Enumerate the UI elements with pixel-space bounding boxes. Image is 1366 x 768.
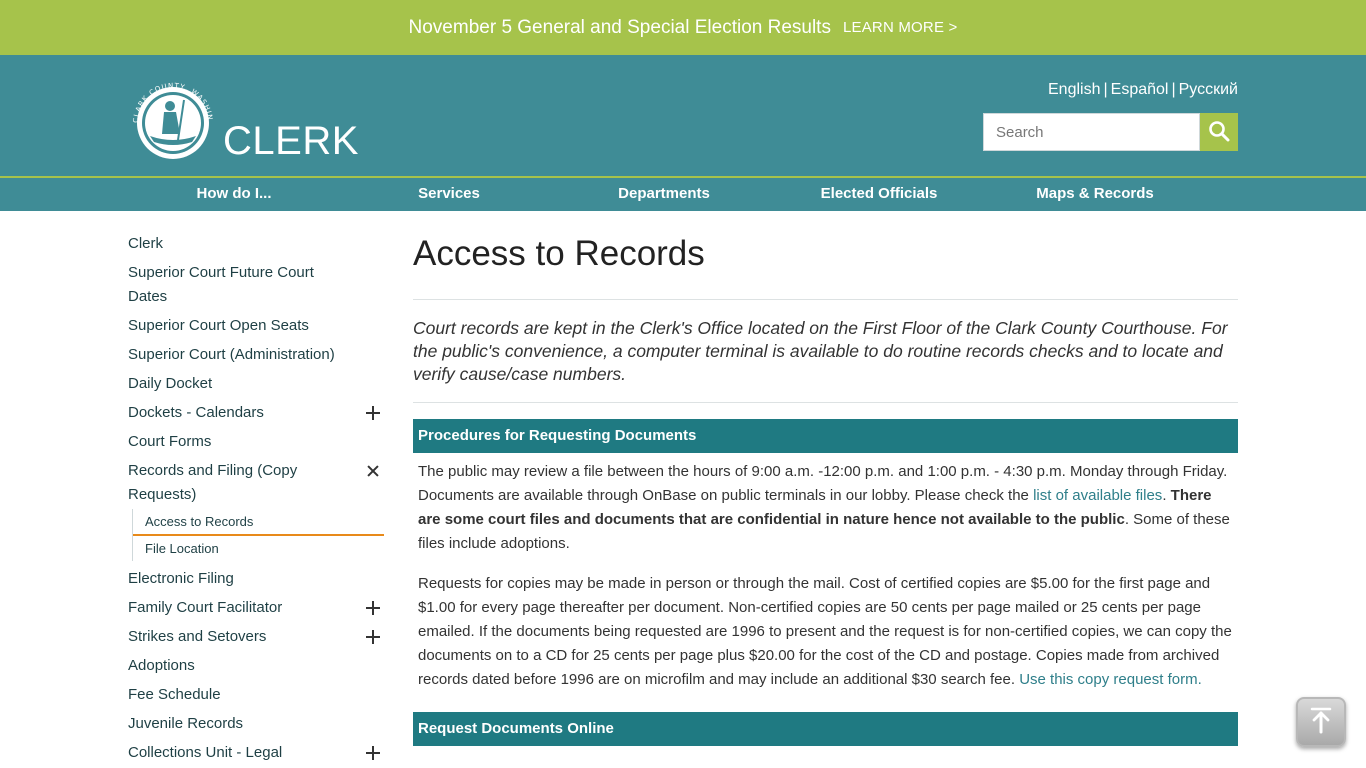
sidebar-item-collections-unit[interactable]: Collections Unit - Legal Financial Oblig… <box>128 741 384 768</box>
nav-departments[interactable]: Departments <box>618 185 710 202</box>
expand-plus-icon[interactable] <box>366 746 380 760</box>
alert-title: November 5 General and Special Election … <box>408 16 831 38</box>
site-header: CLARK COUNTY, WASHINGTON CLERK English|E… <box>0 55 1366 176</box>
text-span: . <box>1162 487 1171 504</box>
arrow-up-to-line-icon <box>1308 706 1334 739</box>
sidebar-item-label: Collections Unit - Legal Financial Oblig… <box>128 744 283 761</box>
sidebar-item-family-court-facilitator[interactable]: Family Court Facilitator <box>128 596 384 620</box>
expand-plus-icon[interactable] <box>366 601 380 615</box>
sidebar-item-label: Dockets - Calendars <box>128 404 264 421</box>
sidebar-item-electronic-filing[interactable]: Electronic Filing <box>128 567 384 591</box>
sidebar-item-label: Clerk <box>128 235 164 252</box>
sidebar-item-future-court-dates[interactable]: Superior Court Future Court Dates <box>128 261 384 309</box>
nav-services[interactable]: Services <box>418 185 480 202</box>
expand-plus-icon[interactable] <box>366 406 380 420</box>
sidebar-item-label: Records and Filing (Copy Requests) <box>128 462 298 503</box>
search-box <box>983 113 1238 151</box>
sidebar-navigation: Clerk Superior Court Future Court Dates … <box>128 232 384 768</box>
site-name[interactable]: CLERK <box>223 119 359 164</box>
nav-how-do-i[interactable]: How do I... <box>197 185 272 202</box>
sidebar-item-dockets-calendars[interactable]: Dockets - Calendars <box>128 401 384 425</box>
lang-russian[interactable]: Русский <box>1179 81 1238 98</box>
nav-maps-records[interactable]: Maps & Records <box>1036 185 1154 202</box>
page-title: Access to Records <box>413 232 1238 300</box>
learn-more-link[interactable]: LEARN MORE > <box>843 19 958 36</box>
sidebar-item-label: Court Forms <box>128 433 212 450</box>
sidebar-subitem-file-location[interactable]: File Location <box>133 536 384 561</box>
sidebar-item-juvenile-records[interactable]: Juvenile Records <box>128 712 384 736</box>
sidebar-subitem-access-to-records[interactable]: Access to Records <box>133 509 384 536</box>
search-icon <box>1208 120 1230 145</box>
sidebar-item-court-forms[interactable]: Court Forms <box>128 430 384 454</box>
sidebar-item-strikes-and-setovers[interactable]: Strikes and Setovers <box>128 625 384 649</box>
copy-request-form-link[interactable]: Use this copy request form. <box>1019 671 1202 688</box>
back-to-top-button[interactable] <box>1296 697 1346 747</box>
sidebar-item-label: Fee Schedule <box>128 686 221 703</box>
search-input[interactable] <box>983 113 1200 151</box>
lang-english[interactable]: English <box>1048 81 1100 98</box>
nav-elected-officials[interactable]: Elected Officials <box>821 185 938 202</box>
sidebar-item-label: Electronic Filing <box>128 570 234 587</box>
sidebar-item-label: Superior Court (Administration) <box>128 346 335 363</box>
section-heading-procedures: Procedures for Requesting Documents <box>413 419 1238 453</box>
expand-plus-icon[interactable] <box>366 630 380 644</box>
section-body-procedures: The public may review a file between the… <box>413 453 1238 692</box>
sidebar-item-fee-schedule[interactable]: Fee Schedule <box>128 683 384 707</box>
sidebar-item-label: Daily Docket <box>128 375 213 392</box>
alert-banner: November 5 General and Special Election … <box>0 0 1366 55</box>
sidebar-item-label: Superior Court Open Seats <box>128 317 309 334</box>
sidebar-item-label: Superior Court Future Court Dates <box>128 264 314 305</box>
sidebar-item-adoptions[interactable]: Adoptions <box>128 654 384 678</box>
sidebar-item-open-seats[interactable]: Superior Court Open Seats <box>128 314 384 338</box>
sidebar-item-administration[interactable]: Superior Court (Administration) <box>128 343 384 367</box>
sidebar-item-label: Juvenile Records <box>128 715 244 732</box>
sidebar-item-records-and-filing[interactable]: Records and Filing (Copy Requests) <box>128 459 384 507</box>
lang-espanol[interactable]: Español <box>1111 81 1169 98</box>
sidebar-item-label: Family Court Facilitator <box>128 599 283 616</box>
sidebar-sublist: Access to Records File Location <box>132 509 384 561</box>
search-button[interactable] <box>1200 113 1238 151</box>
procedures-paragraph-1: The public may review a file between the… <box>418 460 1233 556</box>
main-content: Access to Records Court records are kept… <box>413 232 1238 746</box>
collapse-x-icon[interactable] <box>366 464 380 478</box>
sidebar-item-clerk[interactable]: Clerk <box>128 232 384 256</box>
sidebar-item-daily-docket[interactable]: Daily Docket <box>128 372 384 396</box>
intro-text: Court records are kept in the Clerk's Of… <box>413 300 1238 403</box>
county-seal-logo[interactable]: CLARK COUNTY, WASHINGTON <box>124 72 218 160</box>
procedures-paragraph-2: Requests for copies may be made in perso… <box>418 572 1233 692</box>
sidebar-item-label: Strikes and Setovers <box>128 628 267 645</box>
sidebar-item-label: Adoptions <box>128 657 195 674</box>
section-heading-request-online: Request Documents Online <box>413 712 1238 746</box>
list-of-available-files-link[interactable]: list of available files <box>1033 487 1162 504</box>
main-navigation: How do I... Services Departments Elected… <box>0 176 1366 211</box>
language-switcher: English | Español | Русский <box>1048 81 1238 98</box>
